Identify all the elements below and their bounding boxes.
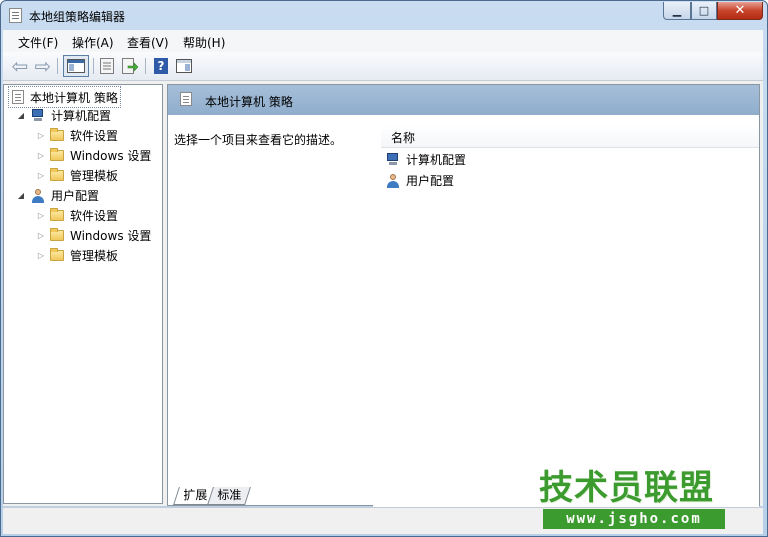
tree-item-user-software[interactable]: ▷ 软件设置: [36, 205, 118, 225]
details-pane: 本地计算机 策略 选择一个项目来查看它的描述。 名称 计算机配置 用户配置 扩展…: [167, 84, 760, 507]
tree-item-label: 计算机配置: [51, 108, 112, 123]
show-hide-tree-button[interactable]: [63, 55, 89, 77]
window-title: 本地组策略编辑器: [29, 10, 126, 24]
tree-item-label: 软件设置: [70, 208, 119, 223]
tree-item-computer-windows[interactable]: ▷ Windows 设置: [36, 145, 151, 165]
menu-bar: 文件(F) 操作(A) 查看(V) 帮助(H): [3, 30, 763, 52]
tree-item-computer-admin[interactable]: ▷ 管理模板: [36, 165, 118, 185]
menu-help[interactable]: 帮助(H): [183, 34, 225, 51]
details-list[interactable]: 名称 计算机配置 用户配置: [373, 115, 759, 507]
collapse-triangle-icon[interactable]: ◢: [16, 191, 26, 200]
computer-icon: [385, 152, 401, 166]
tree-item-label: 用户配置: [51, 188, 100, 203]
console-tree-icon: [67, 59, 85, 73]
policy-document-icon: [12, 90, 24, 104]
back-arrow-icon: ⇦: [11, 54, 29, 78]
list-item-computer-config[interactable]: 计算机配置: [385, 149, 466, 169]
tree-item-user-config[interactable]: ◢ 用户配置: [16, 185, 99, 205]
properties-button[interactable]: [97, 56, 117, 76]
folder-icon: [50, 207, 64, 221]
minimize-icon: ▁: [672, 4, 682, 17]
details-header: 本地计算机 策略: [168, 85, 759, 115]
folder-icon: [50, 227, 64, 241]
forward-arrow-icon: ⇨: [34, 54, 52, 78]
close-icon: ✕: [734, 3, 746, 18]
toolbar-separator: [57, 58, 58, 74]
details-header-title: 本地计算机 策略: [205, 95, 293, 109]
console-tree-pane[interactable]: 本地计算机 策略 ◢ 计算机配置 ▷ 软件设置 ▷ Windows 设置 ▷ 管…: [3, 84, 163, 504]
title-bar[interactable]: 本地组策略编辑器 ▁ □ ✕: [1, 1, 767, 31]
tree-item-label: Windows 设置: [70, 148, 152, 163]
watermark-logo: 技术员联盟 www.jsgho.com: [537, 468, 727, 532]
export-icon: [122, 58, 138, 74]
menu-action[interactable]: 操作(A): [72, 34, 114, 51]
expand-triangle-icon[interactable]: ▷: [36, 211, 46, 220]
back-button[interactable]: ⇦: [10, 56, 30, 76]
tree-root-label: 本地计算机 策略: [30, 90, 118, 105]
tree-item-user-windows[interactable]: ▷ Windows 设置: [36, 225, 151, 245]
help-button[interactable]: ?: [151, 56, 171, 76]
expand-triangle-icon[interactable]: ▷: [36, 251, 46, 260]
tree-item-user-admin[interactable]: ▷ 管理模板: [36, 245, 118, 265]
minimize-button[interactable]: ▁: [663, 2, 691, 20]
toolbar: ⇦ ⇨ ?: [3, 52, 763, 81]
user-icon: [385, 173, 401, 188]
policy-document-icon: [180, 92, 192, 106]
toolbar-separator: [145, 58, 146, 74]
folder-icon: [50, 147, 64, 161]
list-item-user-config[interactable]: 用户配置: [385, 170, 454, 190]
forward-button[interactable]: ⇨: [33, 56, 53, 76]
menu-view[interactable]: 查看(V): [127, 34, 169, 51]
tree-item-label: 管理模板: [70, 168, 119, 183]
expand-triangle-icon[interactable]: ▷: [36, 151, 46, 160]
folder-icon: [50, 247, 64, 261]
export-list-button[interactable]: [120, 56, 140, 76]
folder-icon: [50, 167, 64, 181]
maximize-icon: □: [698, 4, 710, 17]
tree-item-label: 管理模板: [70, 248, 119, 263]
tree-item-computer-software[interactable]: ▷ 软件设置: [36, 125, 118, 145]
tab-standard[interactable]: 标准: [207, 487, 251, 505]
column-header-name[interactable]: 名称: [381, 125, 759, 148]
folder-icon: [50, 127, 64, 141]
computer-icon: [30, 108, 46, 122]
tree-item-computer-config[interactable]: ◢ 计算机配置: [16, 105, 111, 125]
show-hide-action-pane-button[interactable]: [174, 56, 194, 76]
collapse-triangle-icon[interactable]: ◢: [16, 111, 26, 120]
tree-item-label: 软件设置: [70, 128, 119, 143]
policy-editor-icon: [9, 8, 22, 23]
help-icon: ?: [154, 58, 168, 74]
user-icon: [30, 188, 46, 203]
maximize-button[interactable]: □: [691, 2, 717, 20]
close-button[interactable]: ✕: [717, 2, 763, 20]
menu-file[interactable]: 文件(F): [18, 34, 58, 51]
expand-triangle-icon[interactable]: ▷: [36, 231, 46, 240]
expand-triangle-icon[interactable]: ▷: [36, 131, 46, 140]
watermark-text: 技术员联盟: [539, 468, 714, 508]
action-pane-icon: [176, 59, 192, 73]
tree-item-label: Windows 设置: [70, 228, 152, 243]
watermark-url: www.jsgho.com: [543, 509, 725, 529]
properties-icon: [100, 58, 114, 74]
expand-triangle-icon[interactable]: ▷: [36, 171, 46, 180]
toolbar-separator: [93, 58, 94, 74]
description-text: 选择一个项目来查看它的描述。: [174, 133, 343, 147]
